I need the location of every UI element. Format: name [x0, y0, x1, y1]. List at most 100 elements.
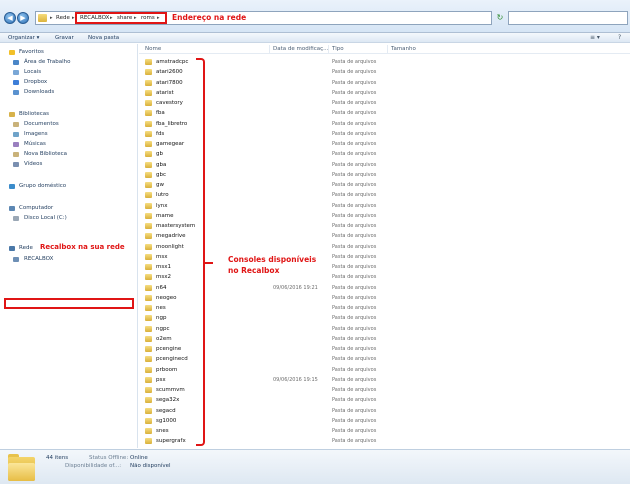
search-input[interactable] [508, 11, 628, 25]
file-row[interactable]: gamegear Pasta de arquivos [142, 139, 402, 149]
file-row[interactable]: sega32x Pasta de arquivos [142, 395, 402, 405]
file-name[interactable]: gb [156, 151, 163, 157]
file-name[interactable]: moonlight [156, 244, 184, 250]
file-name[interactable]: cavestory [156, 100, 183, 106]
file-row[interactable]: amstradcpc Pasta de arquivos [142, 57, 402, 67]
file-row[interactable]: pcengine Pasta de arquivos [142, 344, 402, 354]
nav-downloads[interactable]: Downloads [24, 89, 54, 95]
file-row[interactable]: supergrafx Pasta de arquivos [142, 436, 402, 446]
file-row[interactable]: atari7800 Pasta de arquivos [142, 78, 402, 88]
file-row[interactable]: o2em Pasta de arquivos [142, 334, 402, 344]
nav-videos[interactable]: Vídeos [24, 161, 42, 167]
file-name[interactable]: fba_libretro [156, 121, 187, 127]
file-name[interactable]: nes [156, 305, 166, 311]
file-row[interactable]: sg1000 Pasta de arquivos [142, 416, 402, 426]
nav-recalbox[interactable]: RECALBOX [24, 256, 53, 262]
file-name[interactable]: n64 [156, 285, 166, 291]
file-name[interactable]: sg1000 [156, 418, 176, 424]
file-row[interactable]: lutro Pasta de arquivos [142, 190, 402, 200]
refresh-icon[interactable]: ↻ [494, 12, 506, 24]
file-name[interactable]: atari2600 [156, 69, 183, 75]
file-name[interactable]: gw [156, 182, 164, 188]
file-row[interactable]: gb Pasta de arquivos [142, 149, 402, 159]
breadcrumb-rede[interactable]: Rede [56, 15, 70, 21]
nav-local-disk[interactable]: Disco Local (C:) [24, 215, 67, 221]
file-row[interactable]: atarist Pasta de arquivos [142, 88, 402, 98]
file-name[interactable]: lynx [156, 203, 168, 209]
column-divider[interactable] [387, 45, 388, 53]
column-type[interactable]: Tipo [332, 46, 344, 52]
organize-button[interactable]: Organizar ▾ [8, 35, 39, 41]
nav-images[interactable]: Imagens [24, 131, 48, 137]
file-row[interactable]: psx 09/06/2016 19:15 Pasta de arquivos [142, 375, 402, 385]
back-button[interactable]: ◀ [4, 12, 16, 24]
nav-music[interactable]: Músicas [24, 141, 46, 147]
file-row[interactable]: segacd Pasta de arquivos [142, 406, 402, 416]
file-name[interactable]: fds [156, 131, 164, 137]
help-button[interactable]: ? [618, 34, 621, 41]
column-name[interactable]: Nome [145, 46, 161, 52]
file-row[interactable]: ngp Pasta de arquivos [142, 313, 402, 323]
file-row[interactable]: lynx Pasta de arquivos [142, 201, 402, 211]
nav-places[interactable]: Locais [24, 69, 41, 75]
new-folder-button[interactable]: Nova pasta [88, 35, 119, 41]
file-name[interactable]: gbc [156, 172, 166, 178]
file-name[interactable]: scummvm [156, 387, 185, 393]
file-name[interactable]: supergrafx [156, 438, 186, 444]
file-name[interactable]: o2em [156, 336, 172, 342]
file-name[interactable]: fba [156, 110, 165, 116]
file-row[interactable]: gbc Pasta de arquivos [142, 170, 402, 180]
nav-homegroup[interactable]: Grupo doméstico [19, 183, 66, 189]
file-name[interactable]: neogeo [156, 295, 176, 301]
file-row[interactable]: atari2600 Pasta de arquivos [142, 67, 402, 77]
file-name[interactable]: msx1 [156, 264, 171, 270]
file-row[interactable]: prboom Pasta de arquivos [142, 365, 402, 375]
file-row[interactable]: fba Pasta de arquivos [142, 108, 402, 118]
file-row[interactable]: mastersystem Pasta de arquivos [142, 221, 402, 231]
file-name[interactable]: segacd [156, 408, 176, 414]
file-row[interactable]: snes Pasta de arquivos [142, 426, 402, 436]
file-name[interactable]: snes [156, 428, 169, 434]
file-row[interactable]: scummvm Pasta de arquivos [142, 385, 402, 395]
burn-button[interactable]: Gravar [55, 35, 74, 41]
file-row[interactable]: pcenginecd Pasta de arquivos [142, 354, 402, 364]
nav-favorites[interactable]: Favoritos [19, 49, 44, 55]
file-row[interactable]: cavestory Pasta de arquivos [142, 98, 402, 108]
file-name[interactable]: gba [156, 162, 166, 168]
column-divider[interactable] [328, 45, 329, 53]
file-name[interactable]: atari7800 [156, 80, 183, 86]
file-row[interactable]: n64 09/06/2016 19:21 Pasta de arquivos [142, 283, 402, 293]
file-name[interactable]: megadrive [156, 233, 186, 239]
file-row[interactable]: ngpc Pasta de arquivos [142, 324, 402, 334]
file-name[interactable]: msx [156, 254, 167, 260]
file-row[interactable]: neogeo Pasta de arquivos [142, 293, 402, 303]
file-name[interactable]: pcengine [156, 346, 181, 352]
file-row[interactable]: megadrive Pasta de arquivos [142, 231, 402, 241]
nav-computer[interactable]: Computador [19, 205, 53, 211]
file-name[interactable]: msx2 [156, 274, 171, 280]
nav-documents[interactable]: Documentos [24, 121, 59, 127]
file-name[interactable]: amstradcpc [156, 59, 188, 65]
file-name[interactable]: ngp [156, 315, 166, 321]
file-row[interactable]: nes Pasta de arquivos [142, 303, 402, 313]
file-row[interactable]: fds Pasta de arquivos [142, 129, 402, 139]
file-name[interactable]: sega32x [156, 397, 179, 403]
file-name[interactable]: ngpc [156, 326, 170, 332]
file-name[interactable]: atarist [156, 90, 174, 96]
file-row[interactable]: fba_libretro Pasta de arquivos [142, 119, 402, 129]
forward-button[interactable]: ▶ [17, 12, 29, 24]
file-name[interactable]: gamegear [156, 141, 184, 147]
file-name[interactable]: mastersystem [156, 223, 195, 229]
file-name[interactable]: pcenginecd [156, 356, 188, 362]
column-divider[interactable] [269, 45, 270, 53]
column-size[interactable]: Tamanho [391, 46, 416, 52]
nav-dropbox[interactable]: Dropbox [24, 79, 47, 85]
nav-new-library[interactable]: Nova Biblioteca [24, 151, 67, 157]
file-row[interactable]: moonlight Pasta de arquivos [142, 242, 402, 252]
nav-libraries[interactable]: Bibliotecas [19, 111, 49, 117]
nav-desktop[interactable]: Área de Trabalho [24, 59, 70, 65]
file-row[interactable]: gba Pasta de arquivos [142, 160, 402, 170]
file-name[interactable]: lutro [156, 192, 169, 198]
file-name[interactable]: mame [156, 213, 173, 219]
view-options-button[interactable]: ≡ ▾ [590, 34, 600, 41]
